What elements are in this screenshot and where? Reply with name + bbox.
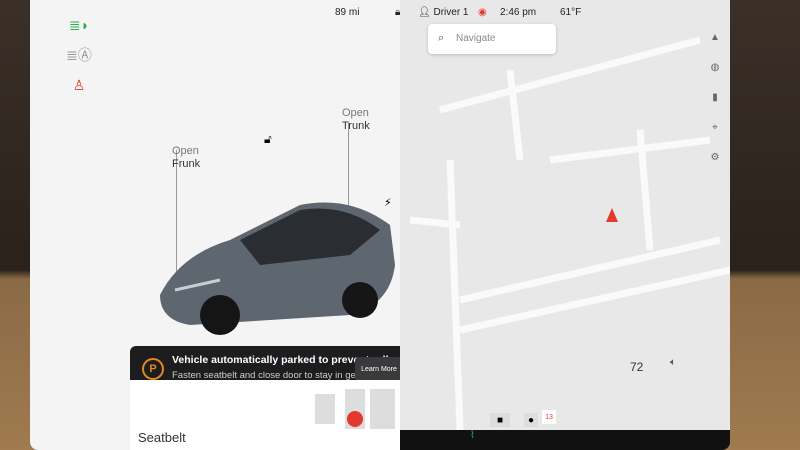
settings-icon[interactable]: ⚙ bbox=[706, 148, 724, 166]
search-icon: ⌕ bbox=[438, 32, 445, 44]
vehicle-panel: ≣◗ ≣Ⓐ ♙ Open Frunk Open Trunk 🔓︎ ⚡︎ P Ve… bbox=[30, 0, 414, 450]
clock: 2:46 pm bbox=[500, 7, 537, 18]
compass-icon[interactable]: ▲ bbox=[706, 28, 724, 46]
frunk-line1: Open bbox=[172, 145, 199, 157]
auto-headlights-icon[interactable]: ≣Ⓐ bbox=[66, 44, 92, 66]
learn-more-button[interactable]: Learn More bbox=[355, 357, 403, 381]
globe-icon[interactable]: ◍ bbox=[706, 58, 724, 76]
parking-icon: P bbox=[142, 358, 164, 380]
map-panel[interactable]: ⌕ Navigate ▲ ◍ ▮ ⌖ ⚙ bbox=[400, 0, 730, 430]
open-frunk-button[interactable]: Open Frunk bbox=[172, 145, 200, 171]
volume-icon[interactable]: 🔈︎ bbox=[670, 357, 676, 368]
car-location-marker bbox=[606, 208, 618, 222]
status-bar: 89 mi 🔒︎ 👤︎ Driver 1 ◉ 2:46 pm 61°F bbox=[30, 0, 730, 26]
climate-temp[interactable]: 72 bbox=[630, 360, 643, 374]
navigate-search[interactable]: ⌕ Navigate bbox=[428, 24, 556, 54]
bottom-dock: ■ ● 13 72 🔈︎ ⌇ bbox=[30, 357, 730, 450]
pin-icon[interactable]: ⌖ bbox=[706, 118, 724, 136]
seatbelt-warning-icon: ♙ bbox=[72, 76, 86, 93]
touchscreen: ≣◗ ≣Ⓐ ♙ Open Frunk Open Trunk 🔓︎ ⚡︎ P Ve… bbox=[30, 0, 730, 450]
lock-icon[interactable]: 🔒︎ bbox=[395, 7, 400, 18]
traffic-icon[interactable]: ▮ bbox=[706, 88, 724, 106]
trunk-line1: Open bbox=[342, 107, 369, 119]
dashcam-icon[interactable]: ■ bbox=[490, 413, 510, 427]
trunk-line2: Trunk bbox=[342, 120, 370, 132]
unlock-icon[interactable]: 🔓︎ bbox=[264, 132, 272, 147]
app-icon[interactable]: ● bbox=[524, 413, 538, 427]
driver-name: Driver 1 bbox=[433, 7, 469, 18]
wipers-icon[interactable]: ⌇ bbox=[470, 430, 475, 441]
range-readout: 89 mi bbox=[335, 7, 360, 18]
calendar-icon[interactable]: 13 bbox=[542, 410, 556, 424]
record-icon[interactable]: ◉ bbox=[478, 7, 487, 18]
outside-temp: 61°F bbox=[560, 7, 582, 18]
vehicle-render bbox=[160, 202, 395, 335]
frunk-line2: Frunk bbox=[172, 158, 201, 170]
driver-profile[interactable]: 👤︎ Driver 1 bbox=[418, 7, 469, 18]
open-trunk-button[interactable]: Open Trunk bbox=[342, 107, 370, 133]
map-streets bbox=[409, 36, 730, 430]
navigate-placeholder: Navigate bbox=[456, 33, 496, 44]
map-controls: ▲ ◍ ▮ ⌖ ⚙ bbox=[706, 28, 724, 168]
